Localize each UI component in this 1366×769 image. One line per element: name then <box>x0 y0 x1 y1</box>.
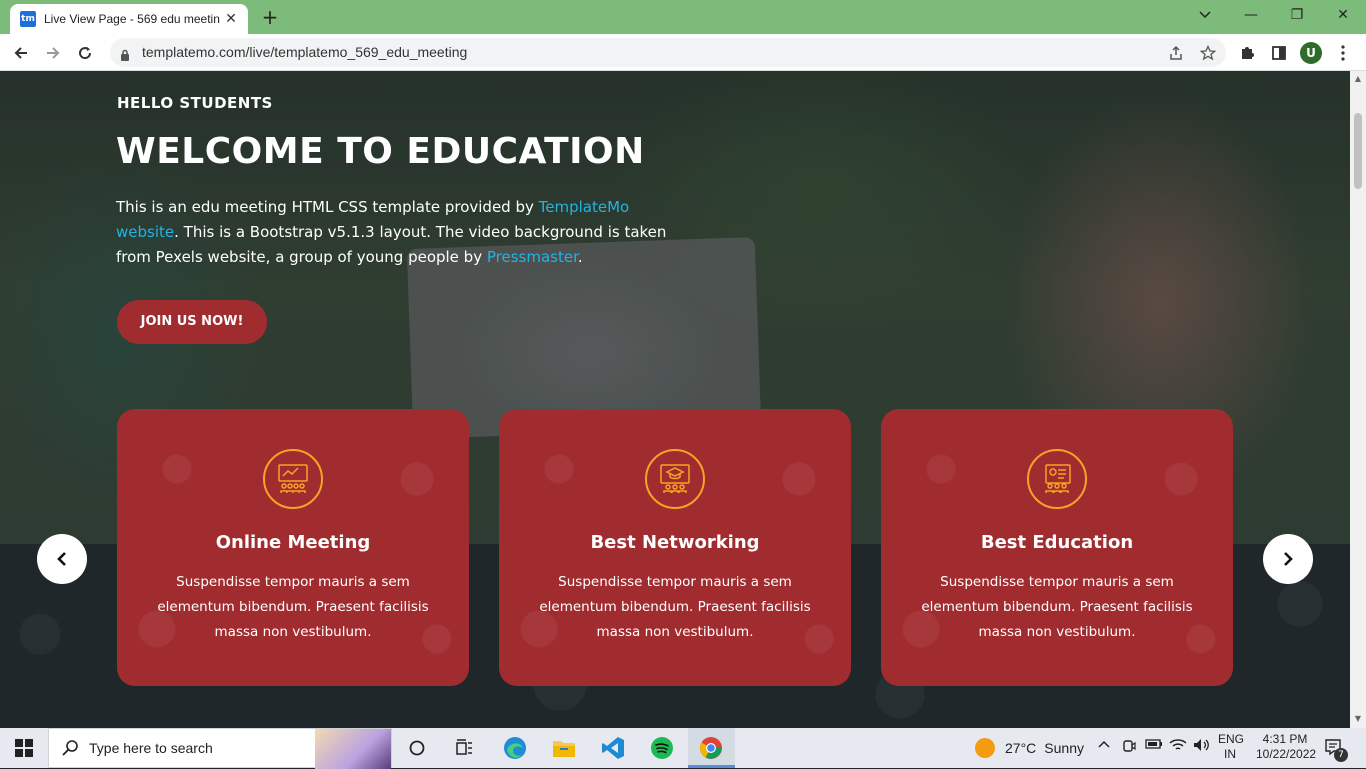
profile-avatar[interactable]: U <box>1298 40 1324 66</box>
browser-tab-bar: tm Live View Page - 569 edu meeting ✕ + … <box>0 0 1366 34</box>
show-hidden-icons-chevron-icon[interactable] <box>1097 738 1111 753</box>
sun-icon <box>975 738 995 758</box>
weather-widget[interactable]: 27°C Sunny <box>975 738 1084 758</box>
weather-temperature: 27°C <box>1005 740 1037 756</box>
windows-start-icon[interactable] <box>0 728 48 768</box>
browser-toolbar: templatemo.com/live/templatemo_569_edu_m… <box>0 34 1366 71</box>
chevron-left-icon <box>57 552 66 566</box>
windows-taskbar: Type here to search 27°C Sunny ENG IN 4:… <box>0 728 1366 769</box>
page-viewport: HELLO STUDENTS WELCOME TO EDUCATION This… <box>0 71 1350 728</box>
window-close-icon[interactable]: ✕ <box>1320 4 1366 26</box>
forward-arrow-icon[interactable] <box>40 40 66 66</box>
spotify-icon[interactable] <box>647 734 677 762</box>
battery-icon[interactable] <box>1145 738 1163 754</box>
task-view-icon[interactable] <box>449 734 479 762</box>
url-text: templatemo.com/live/templatemo_569_edu_m… <box>142 44 468 60</box>
new-tab-icon[interactable]: + <box>258 5 282 29</box>
weather-description: Sunny <box>1044 740 1084 756</box>
carousel-next-button[interactable] <box>1263 534 1313 584</box>
scroll-down-arrow-icon[interactable]: ▼ <box>1353 714 1363 724</box>
service-text: Suspendisse tempor mauris a sem elementu… <box>157 574 429 640</box>
address-bar[interactable]: templatemo.com/live/templatemo_569_edu_m… <box>110 38 1226 67</box>
service-text: Suspendisse tempor mauris a sem elementu… <box>921 574 1193 640</box>
volume-icon[interactable] <box>1193 738 1211 756</box>
reload-icon[interactable] <box>72 40 98 66</box>
taskbar-clock[interactable]: 4:31 PM 10/22/2022 <box>1256 732 1317 762</box>
browser-menu-icon[interactable] <box>1330 40 1356 66</box>
online-meeting-icon <box>263 449 323 509</box>
hero-title: WELCOME TO EDUCATION <box>116 131 645 172</box>
cortana-icon[interactable] <box>402 734 432 762</box>
notification-badge: 7 <box>1334 748 1348 762</box>
extensions-puzzle-icon[interactable] <box>1234 40 1260 66</box>
service-title: Best Education <box>980 532 1134 553</box>
share-icon[interactable] <box>1166 43 1186 63</box>
chevron-right-icon <box>1284 552 1293 566</box>
chrome-icon[interactable] <box>696 734 726 762</box>
carousel-prev-button[interactable] <box>37 534 87 584</box>
tab-search-chevron-icon[interactable] <box>1182 4 1228 26</box>
hero-subtitle: HELLO STUDENTS <box>117 94 273 112</box>
service-card-best-networking[interactable]: Best Networking Suspendisse tempor mauri… <box>499 409 851 686</box>
pressmaster-link[interactable]: Pressmaster <box>487 248 578 266</box>
language-indicator[interactable]: ENG IN <box>1218 732 1244 762</box>
service-title: Best Networking <box>590 532 760 553</box>
service-card-online-meeting[interactable]: Online Meeting Suspendisse tempor mauris… <box>117 409 469 686</box>
browser-tab[interactable]: tm Live View Page - 569 edu meeting ✕ <box>10 4 248 34</box>
search-highlight-image <box>315 729 391 769</box>
taskbar-search-box[interactable]: Type here to search <box>48 728 392 769</box>
bookmark-star-icon[interactable] <box>1198 43 1218 63</box>
vscode-icon[interactable] <box>598 734 628 762</box>
minimize-icon[interactable]: — <box>1228 4 1274 26</box>
close-tab-icon[interactable]: ✕ <box>222 10 240 28</box>
education-icon <box>1027 449 1087 509</box>
clock-time: 4:31 PM <box>1262 732 1308 746</box>
networking-icon <box>645 449 705 509</box>
profile-initial: U <box>1300 42 1322 64</box>
scrollbar-thumb[interactable] <box>1354 113 1362 189</box>
tab-title: Live View Page - 569 edu meeting <box>44 12 220 26</box>
join-us-button[interactable]: JOIN US NOW! <box>117 300 267 344</box>
site-favicon-icon: tm <box>20 11 36 27</box>
search-icon <box>61 739 79 761</box>
lock-icon <box>120 46 130 65</box>
hero-description: This is an edu meeting HTML CSS template… <box>116 198 667 266</box>
search-placeholder: Type here to search <box>89 740 213 756</box>
side-panel-icon[interactable] <box>1266 40 1292 66</box>
wifi-icon[interactable] <box>1169 738 1187 756</box>
back-arrow-icon[interactable] <box>8 40 34 66</box>
page-scrollbar[interactable]: ▲ ▼ <box>1350 71 1366 728</box>
meet-now-icon[interactable] <box>1121 738 1137 758</box>
file-explorer-icon[interactable] <box>549 734 579 762</box>
restore-icon[interactable]: ❐ <box>1274 4 1320 26</box>
edge-browser-icon[interactable] <box>500 734 530 762</box>
service-text: Suspendisse tempor mauris a sem elementu… <box>539 574 811 640</box>
service-card-best-education[interactable]: Best Education Suspendisse tempor mauris… <box>881 409 1233 686</box>
scroll-up-arrow-icon[interactable]: ▲ <box>1353 74 1363 84</box>
service-title: Online Meeting <box>215 532 371 553</box>
clock-date: 10/22/2022 <box>1256 747 1317 761</box>
